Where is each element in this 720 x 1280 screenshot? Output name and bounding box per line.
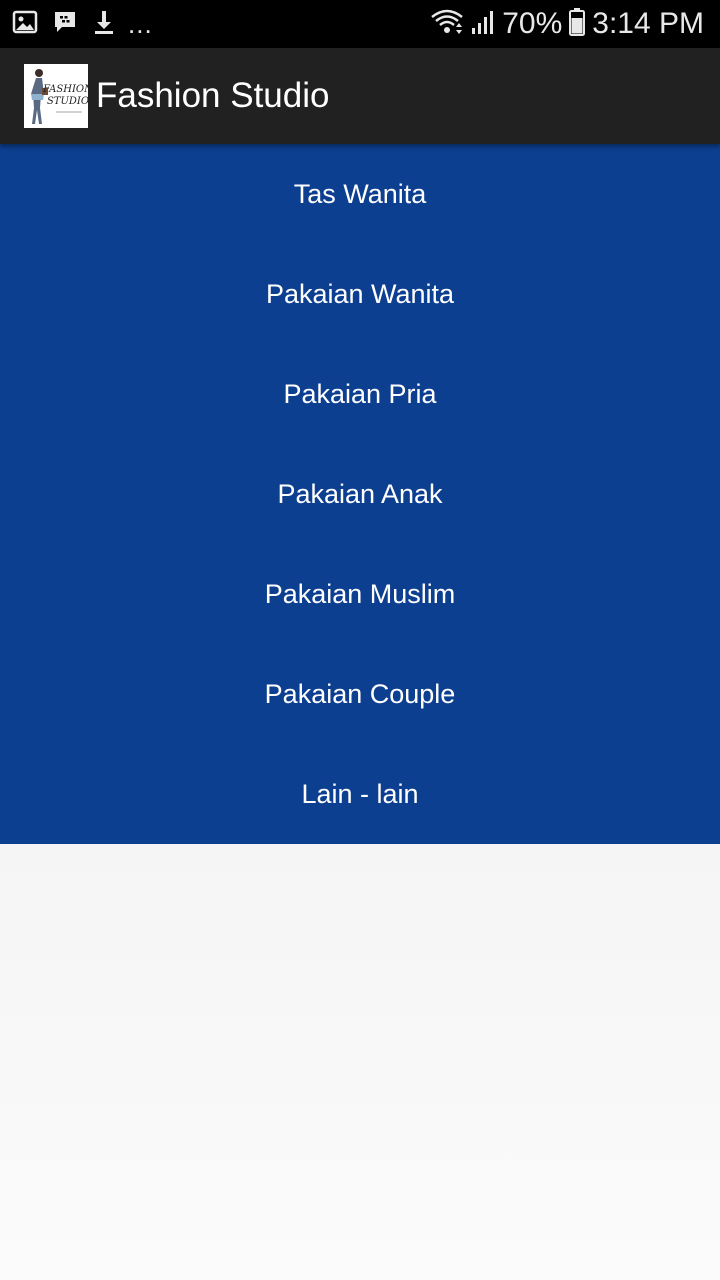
- app-title: Fashion Studio: [96, 76, 330, 115]
- clock: 3:14 PM: [592, 7, 704, 40]
- app-bar: FASHION STUDIO Fashion Studio: [0, 48, 720, 144]
- system-icons: 70% 3:14 PM: [430, 7, 704, 42]
- battery-icon: [568, 7, 586, 42]
- notification-icons: ...: [12, 9, 430, 40]
- menu-item-pakaian-anak[interactable]: Pakaian Anak: [0, 444, 720, 544]
- empty-content-area: [0, 844, 720, 1280]
- more-notifications-indicator: ...: [128, 8, 153, 39]
- menu-item-tas-wanita[interactable]: Tas Wanita: [0, 144, 720, 244]
- menu-item-pakaian-couple[interactable]: Pakaian Couple: [0, 644, 720, 744]
- app-logo: FASHION STUDIO: [24, 64, 88, 128]
- svg-text:STUDIO: STUDIO: [47, 96, 88, 107]
- menu-item-pakaian-wanita[interactable]: Pakaian Wanita: [0, 244, 720, 344]
- wifi-icon: [430, 8, 464, 41]
- category-menu: Tas Wanita Pakaian Wanita Pakaian Pria P…: [0, 144, 720, 844]
- bbm-icon: [52, 9, 78, 40]
- gallery-icon: [12, 9, 38, 40]
- download-icon: [92, 9, 116, 40]
- signal-icon: [470, 8, 496, 41]
- battery-percent: 70%: [502, 7, 563, 40]
- status-bar: ... 70% 3:14 PM: [0, 0, 720, 48]
- menu-item-lain-lain[interactable]: Lain - lain: [0, 744, 720, 844]
- menu-item-pakaian-muslim[interactable]: Pakaian Muslim: [0, 544, 720, 644]
- menu-item-pakaian-pria[interactable]: Pakaian Pria: [0, 344, 720, 444]
- svg-text:FASHION: FASHION: [42, 84, 88, 95]
